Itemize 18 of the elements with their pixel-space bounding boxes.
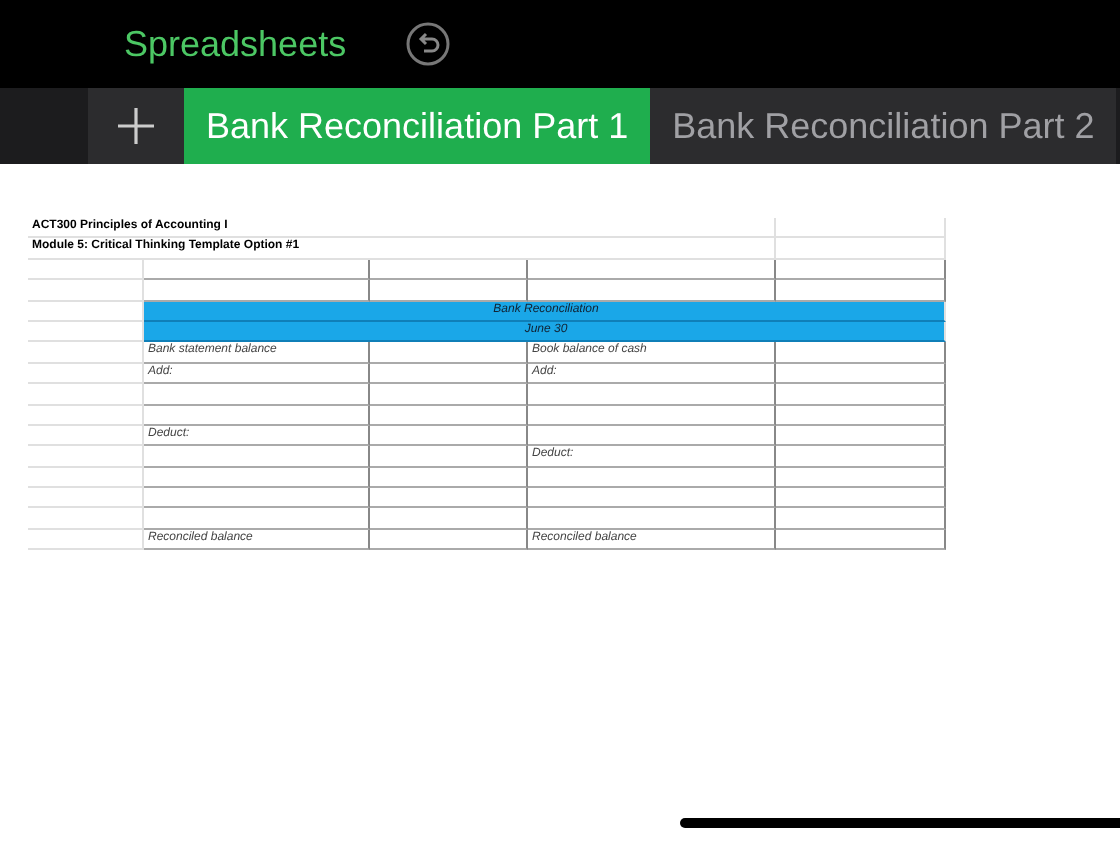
table-cell [28,280,144,302]
table-cell [28,425,144,447]
table-cell [28,467,144,489]
add-sheet-button[interactable] [88,88,184,164]
app-title[interactable]: Spreadsheets [124,23,347,65]
table-cell [28,508,144,530]
table-cell [28,446,144,468]
table-cell [28,384,144,406]
table-cell [28,488,144,509]
plus-icon [116,106,156,146]
table-cell [28,405,144,426]
table-cell [28,529,144,551]
table-cell [28,259,144,281]
table-cell [28,363,144,385]
sheet-tab[interactable]: Bank Reconciliation Part 1 [184,88,651,164]
undo-icon[interactable] [406,22,451,66]
table-cell [28,342,144,364]
sheet-tab[interactable]: Bank Reconciliation Part 2 [650,88,1117,164]
